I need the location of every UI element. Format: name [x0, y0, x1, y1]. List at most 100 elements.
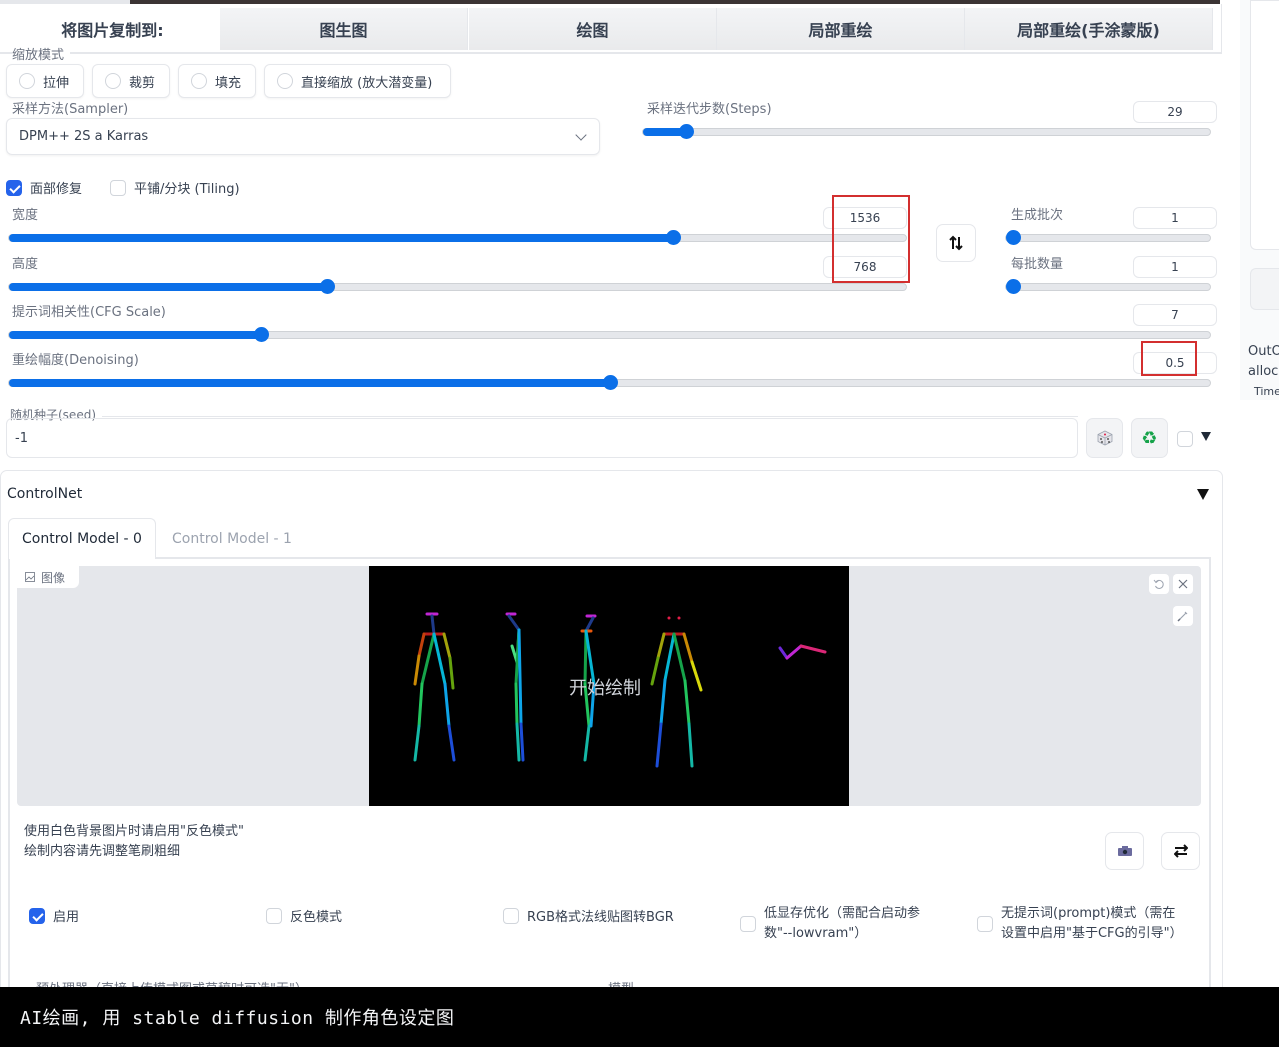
- highlight-box-denoising: [1141, 341, 1197, 376]
- seed-expand-icon[interactable]: [1201, 432, 1211, 441]
- resize-crop-radio[interactable]: 裁剪: [92, 64, 170, 98]
- slider-thumb[interactable]: [603, 375, 618, 390]
- face-restore-checkbox[interactable]: 面部修复: [6, 178, 82, 197]
- slider-thumb[interactable]: [1006, 230, 1021, 245]
- resize-stretch-radio[interactable]: 拉伸: [6, 64, 84, 98]
- batch-count-slider[interactable]: [1005, 230, 1211, 245]
- checkbox-box[interactable]: [110, 179, 126, 196]
- undo-icon: [1153, 579, 1164, 589]
- swap-horizontal-icon: [1173, 844, 1188, 858]
- brush-icon: [1177, 611, 1188, 622]
- radio-circle: [277, 73, 293, 89]
- slider-thumb[interactable]: [1006, 279, 1021, 294]
- image-label: 图像: [17, 566, 79, 588]
- batch-count-input[interactable]: 1: [1133, 207, 1217, 229]
- batch-size-label: 每批数量: [1011, 257, 1064, 272]
- batch-size-input[interactable]: 1: [1133, 256, 1217, 278]
- slider-fill: [9, 234, 673, 242]
- slider-thumb[interactable]: [320, 279, 335, 294]
- slider-fill: [9, 283, 327, 291]
- checkbox-box[interactable]: [29, 907, 45, 924]
- cfg-slider[interactable]: [8, 327, 1211, 342]
- undo-button[interactable]: [1149, 574, 1169, 594]
- side-text-2: alloca: [1248, 364, 1279, 379]
- checkbox-box[interactable]: [266, 907, 282, 924]
- clear-button[interactable]: [1173, 574, 1193, 594]
- checkbox-box[interactable]: [740, 916, 756, 932]
- width-slider[interactable]: [8, 230, 907, 245]
- cfg-input[interactable]: 7: [1133, 304, 1217, 326]
- steps-label: 采样迭代步数(Steps): [647, 102, 772, 117]
- start-drawing-overlay: 开始绘制: [569, 678, 641, 699]
- copy-to-inpaint-sketch-button[interactable]: 局部重绘(手涂蒙版): [965, 8, 1213, 50]
- tiling-checkbox[interactable]: 平铺/分块 (Tiling): [110, 178, 240, 197]
- tab-control-model-0[interactable]: Control Model - 0: [8, 518, 156, 559]
- copy-to-inpaint-button[interactable]: 局部重绘: [717, 8, 965, 50]
- steps-slider[interactable]: [642, 124, 1211, 139]
- invert-mode-checkbox[interactable]: 反色模式: [266, 906, 342, 925]
- denoising-slider[interactable]: [8, 375, 1211, 390]
- checkbox-label: 反色模式: [290, 910, 343, 925]
- pose-canvas[interactable]: 开始绘制: [369, 566, 849, 806]
- batch-size-slider[interactable]: [1005, 279, 1211, 294]
- seed-input[interactable]: -1: [6, 418, 1078, 458]
- radio-circle: [19, 73, 35, 89]
- sampler-dropdown[interactable]: DPM++ 2S a Karras: [6, 118, 600, 155]
- steps-input[interactable]: 29: [1133, 101, 1217, 123]
- copy-to-img2img-button[interactable]: 图生图: [220, 8, 468, 50]
- caption-text: AI绘画, 用 stable diffusion 制作角色设定图: [20, 1008, 455, 1029]
- sampler-value: DPM++ 2S a Karras: [19, 129, 149, 144]
- cfg-label: 提示词相关性(CFG Scale): [12, 305, 166, 320]
- copy-to-sketch-button[interactable]: 绘图: [469, 8, 717, 50]
- skeleton-2: [505, 612, 525, 762]
- height-label: 高度: [12, 257, 39, 272]
- checkbox-label: 面部修复: [30, 182, 83, 197]
- resize-mode-label: 缩放模式: [12, 44, 71, 63]
- highlight-box-size: [832, 195, 910, 283]
- skeleton-4: [650, 632, 703, 768]
- hint-line: 使用白色背景图片时请启用"反色模式": [24, 824, 244, 839]
- resize-fill-radio[interactable]: 填充: [178, 64, 256, 98]
- side-text-3: Time: [1254, 385, 1279, 398]
- radio-circle: [105, 73, 121, 89]
- brush-button[interactable]: [1173, 606, 1193, 626]
- rgb-to-bgr-checkbox[interactable]: RGB格式法线贴图转BGR: [503, 906, 674, 925]
- slider-thumb[interactable]: [666, 230, 681, 245]
- checkbox-box[interactable]: [977, 916, 993, 932]
- swap-dimensions-button[interactable]: [936, 224, 976, 262]
- random-seed-button[interactable]: [1086, 418, 1123, 458]
- slider-thumb[interactable]: [679, 124, 694, 139]
- radio-label: 裁剪: [129, 75, 156, 91]
- side-text-1: OutO: [1248, 344, 1279, 359]
- tab-control-model-1[interactable]: Control Model - 1: [160, 518, 304, 559]
- controlnet-hint: 使用白色背景图片时请启用"反色模式" 绘制内容请先调整笔刷粗细: [24, 822, 244, 862]
- skeleton-partial: [778, 644, 827, 660]
- side-panel: OutO alloca Time: [1240, 0, 1279, 400]
- recycle-icon: ♻: [1141, 427, 1158, 449]
- enable-checkbox[interactable]: 启用: [29, 906, 79, 925]
- video-caption-bar: AI绘画, 用 stable diffusion 制作角色设定图: [0, 987, 1279, 1047]
- slider-fill: [9, 331, 261, 339]
- radio-label: 拉伸: [43, 75, 70, 91]
- denoising-label: 重绘幅度(Denoising): [12, 353, 139, 368]
- mirror-webcam-button[interactable]: [1161, 832, 1200, 870]
- seed-divider: [100, 416, 1078, 417]
- side-panel-button[interactable]: [1250, 268, 1279, 310]
- checkbox-box[interactable]: [503, 907, 519, 924]
- low-vram-checkbox[interactable]: 低显存优化（需配合启动参数"--lowvram"）: [740, 904, 940, 944]
- webcam-button[interactable]: [1105, 832, 1144, 870]
- radio-label: 直接缩放 (放大潜变量): [301, 75, 433, 91]
- resize-latent-radio[interactable]: 直接缩放 (放大潜变量): [264, 64, 451, 98]
- controlnet-collapse-icon[interactable]: [1197, 489, 1209, 500]
- slider-thumb[interactable]: [254, 327, 269, 342]
- side-panel-box: [1250, 0, 1279, 250]
- checkbox-label: 启用: [53, 910, 80, 925]
- height-slider[interactable]: [8, 279, 907, 294]
- extra-seed-checkbox[interactable]: [1177, 431, 1193, 447]
- guess-mode-checkbox[interactable]: 无提示词(prompt)模式（需在设置中启用"基于CFG的引导"）: [977, 904, 1183, 944]
- reuse-seed-button[interactable]: ♻: [1131, 418, 1168, 458]
- checkbox-box[interactable]: [6, 179, 22, 196]
- controlnet-title: ControlNet: [7, 486, 83, 502]
- camera-icon: [1117, 846, 1132, 856]
- image-label-text: 图像: [41, 570, 66, 585]
